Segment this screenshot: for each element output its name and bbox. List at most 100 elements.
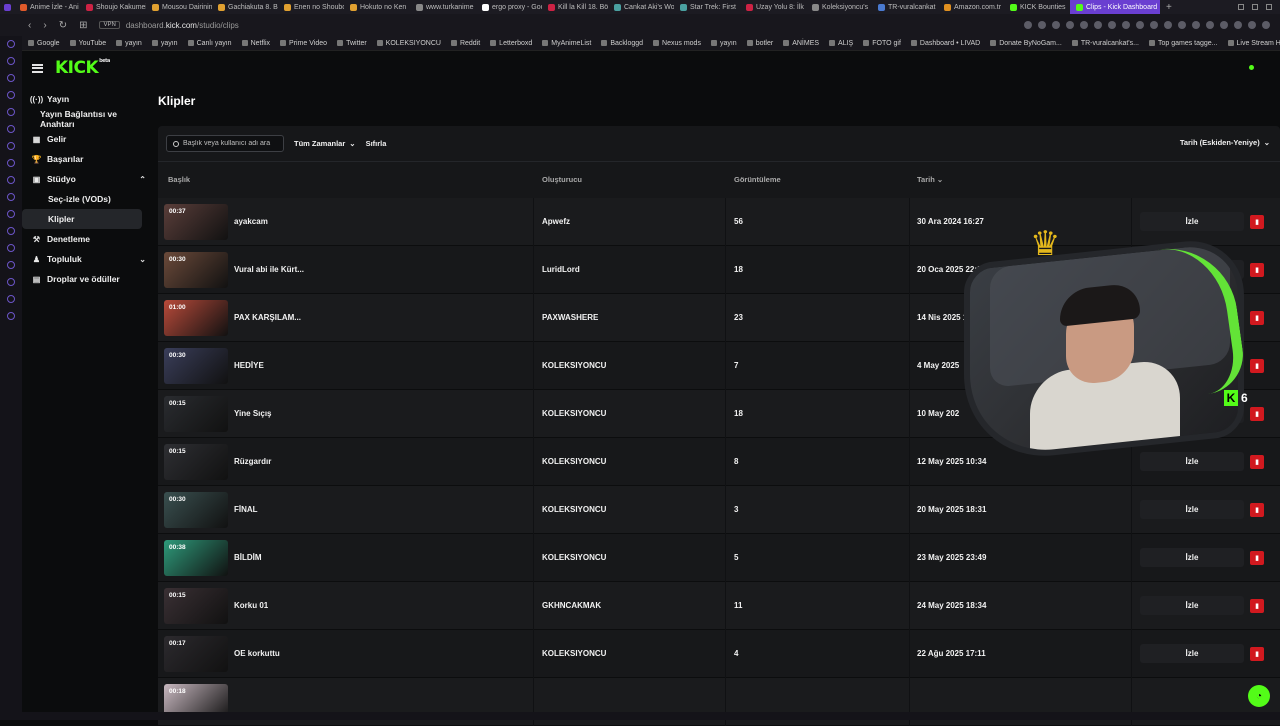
watch-button[interactable]: İzle bbox=[1140, 548, 1244, 567]
delete-button[interactable]: ▮ bbox=[1250, 503, 1264, 517]
browser-tab[interactable]: Amazon.com.tr bbox=[938, 0, 1004, 14]
bookmark-item[interactable]: MyAnimeList bbox=[542, 40, 591, 47]
sort-dropdown[interactable]: Tarih (Eskiden-Yeniye) ⌄ bbox=[1180, 138, 1270, 147]
menu-icon[interactable] bbox=[32, 63, 43, 73]
browser-tab[interactable]: Mousou Dairinin bbox=[146, 0, 212, 14]
extension-icon[interactable] bbox=[1178, 21, 1186, 29]
rail-icon[interactable] bbox=[7, 142, 15, 150]
sidebar-item-sec-izle-vods[interactable]: Seç-izle (VODs) bbox=[22, 189, 150, 209]
browser-tab[interactable]: Shoujo Kakumei bbox=[80, 0, 146, 14]
url-field[interactable]: VPN dashboard.kick.com/studio/clips bbox=[99, 21, 239, 30]
sidebar-item-klipler[interactable]: Klipler bbox=[22, 209, 142, 229]
bookmark-item[interactable]: Letterboxd bbox=[490, 40, 532, 47]
extension-icon[interactable] bbox=[1024, 21, 1032, 29]
rail-icon[interactable] bbox=[7, 125, 15, 133]
rail-icon[interactable] bbox=[7, 193, 15, 201]
clip-thumbnail[interactable]: 00:15 bbox=[164, 444, 228, 480]
chevron-up-icon[interactable]: ⌃ bbox=[139, 175, 146, 184]
bookmark-item[interactable]: YouTube bbox=[69, 40, 106, 47]
extension-icon[interactable] bbox=[1164, 21, 1172, 29]
bookmark-item[interactable]: Nexus mods bbox=[653, 40, 701, 47]
browser-tab[interactable]: Uzay Yolu 8: İlk bbox=[740, 0, 806, 14]
column-views[interactable]: Görüntüleme bbox=[734, 175, 781, 184]
minimize-icon[interactable] bbox=[1238, 4, 1244, 10]
bookmark-item[interactable]: yayın bbox=[710, 40, 737, 47]
browser-tab[interactable]: Clips - Kick Dashboard bbox=[1070, 0, 1160, 14]
sidebar-item-bas-ar-lar[interactable]: 🏆 Başarılar bbox=[22, 149, 150, 169]
clip-thumbnail[interactable]: 01:00 bbox=[164, 300, 228, 336]
rail-icon[interactable] bbox=[7, 210, 15, 218]
clip-thumbnail[interactable]: 00:15 bbox=[164, 396, 228, 432]
bookmark-item[interactable]: KOLEKSIYONCU bbox=[376, 40, 441, 47]
extension-icon[interactable] bbox=[1192, 21, 1200, 29]
table-row[interactable]: 00:30 FİNAL KOLEKSIYONCU 3 20 May 2025 18:31… bbox=[158, 486, 1280, 534]
rail-icon[interactable] bbox=[7, 312, 15, 320]
bookmark-item[interactable]: yayın bbox=[116, 40, 142, 47]
delete-button[interactable]: ▮ bbox=[1250, 647, 1264, 661]
extension-icon[interactable] bbox=[1262, 21, 1270, 29]
search-field[interactable] bbox=[166, 135, 284, 152]
browser-tab[interactable]: Kill la Kill 18. Böl bbox=[542, 0, 608, 14]
browser-tab[interactable]: Star Trek: First bbox=[674, 0, 740, 14]
table-row[interactable]: 00:17 OE korkuttu KOLEKSIYONCU 4 22 Ağu 2025… bbox=[158, 630, 1280, 678]
back-icon[interactable]: ‹ bbox=[28, 20, 31, 31]
rail-icon[interactable] bbox=[7, 74, 15, 82]
watch-button[interactable]: İzle bbox=[1140, 500, 1244, 519]
browser-tab[interactable]: Koleksiyoncu's bbox=[806, 0, 872, 14]
extension-icon[interactable] bbox=[1122, 21, 1130, 29]
sidebar-item-droplar-ve-o-du-ller[interactable]: ▤ Droplar ve ödüller bbox=[22, 269, 150, 289]
extension-icon[interactable] bbox=[1080, 21, 1088, 29]
bookmark-item[interactable]: botler bbox=[746, 40, 773, 47]
bookmark-item[interactable]: Dashboard • LIVAD bbox=[910, 40, 980, 47]
sidebar-item-gelir[interactable]: ▦ Gelir bbox=[22, 129, 150, 149]
bookmark-item[interactable]: Backloggd bbox=[601, 40, 643, 47]
bookmark-item[interactable]: TR-vuralcankat's... bbox=[1071, 40, 1139, 47]
table-row[interactable]: 00:15 Korku 01 GKHNCAKMAK 11 24 May 2025 18:… bbox=[158, 582, 1280, 630]
apps-grid-icon[interactable]: ⊞ bbox=[79, 20, 87, 31]
close-icon[interactable] bbox=[1266, 4, 1272, 10]
sidebar-item-yay-n-bag-lant-s-ve-anahtar[interactable]: Yayın Bağlantısı ve Anahtarı bbox=[22, 109, 150, 129]
extension-icon[interactable] bbox=[1136, 21, 1144, 29]
clip-thumbnail[interactable]: 00:37 bbox=[164, 204, 228, 240]
clip-thumbnail[interactable]: 00:30 bbox=[164, 348, 228, 384]
new-tab-icon[interactable]: + bbox=[1160, 2, 1178, 13]
watch-button[interactable]: İzle bbox=[1140, 596, 1244, 615]
clip-thumbnail[interactable]: 00:15 bbox=[164, 588, 228, 624]
browser-tab[interactable]: ergo proxy - Goo bbox=[476, 0, 542, 14]
column-date[interactable]: Tarih ⌄ bbox=[917, 175, 943, 184]
rail-icon[interactable] bbox=[7, 57, 15, 65]
sidebar-item-denetleme[interactable]: ⚒ Denetleme bbox=[22, 229, 150, 249]
extension-icon[interactable] bbox=[1094, 21, 1102, 29]
bookmark-item[interactable]: Twitter bbox=[337, 40, 367, 47]
rail-icon[interactable] bbox=[7, 244, 15, 252]
vpn-badge[interactable]: VPN bbox=[99, 21, 120, 29]
clip-thumbnail[interactable]: 00:30 bbox=[164, 492, 228, 528]
bookmark-item[interactable]: Donate ByNoGam... bbox=[990, 40, 1062, 47]
browser-tab[interactable]: KICK Bounties bbox=[1004, 0, 1070, 14]
extension-icon[interactable] bbox=[1066, 21, 1074, 29]
rail-icon[interactable] bbox=[7, 278, 15, 286]
reload-icon[interactable]: ↻ bbox=[59, 20, 67, 31]
browser-tab[interactable]: Anime İzle - Ani bbox=[14, 0, 80, 14]
time-filter-dropdown[interactable]: Tüm Zamanlar ⌄ bbox=[294, 139, 356, 148]
bookmark-item[interactable]: Prime Video bbox=[280, 40, 327, 47]
reset-button[interactable]: Sıfırla bbox=[366, 139, 387, 148]
rail-icon[interactable] bbox=[7, 159, 15, 167]
extension-icon[interactable] bbox=[1038, 21, 1046, 29]
browser-tab[interactable]: Enen no Shouboi bbox=[278, 0, 344, 14]
rail-icon[interactable] bbox=[7, 261, 15, 269]
watch-button[interactable]: İzle bbox=[1140, 644, 1244, 663]
search-input[interactable] bbox=[183, 140, 283, 147]
rail-icon[interactable] bbox=[7, 91, 15, 99]
clip-thumbnail[interactable]: 00:30 bbox=[164, 252, 228, 288]
browser-tab[interactable]: Gachiakuta 8. B bbox=[212, 0, 278, 14]
maximize-icon[interactable] bbox=[1252, 4, 1258, 10]
extension-icon[interactable] bbox=[1108, 21, 1116, 29]
browser-menu-icon[interactable] bbox=[0, 0, 14, 14]
bookmark-item[interactable]: ALIŞ bbox=[829, 40, 853, 47]
rail-icon[interactable] bbox=[7, 176, 15, 184]
bookmark-item[interactable]: ANİMES bbox=[783, 40, 819, 47]
column-creator[interactable]: Oluşturucu bbox=[542, 175, 582, 184]
kick-logo[interactable]: KICKbeta bbox=[55, 58, 110, 78]
extension-icon[interactable] bbox=[1220, 21, 1228, 29]
